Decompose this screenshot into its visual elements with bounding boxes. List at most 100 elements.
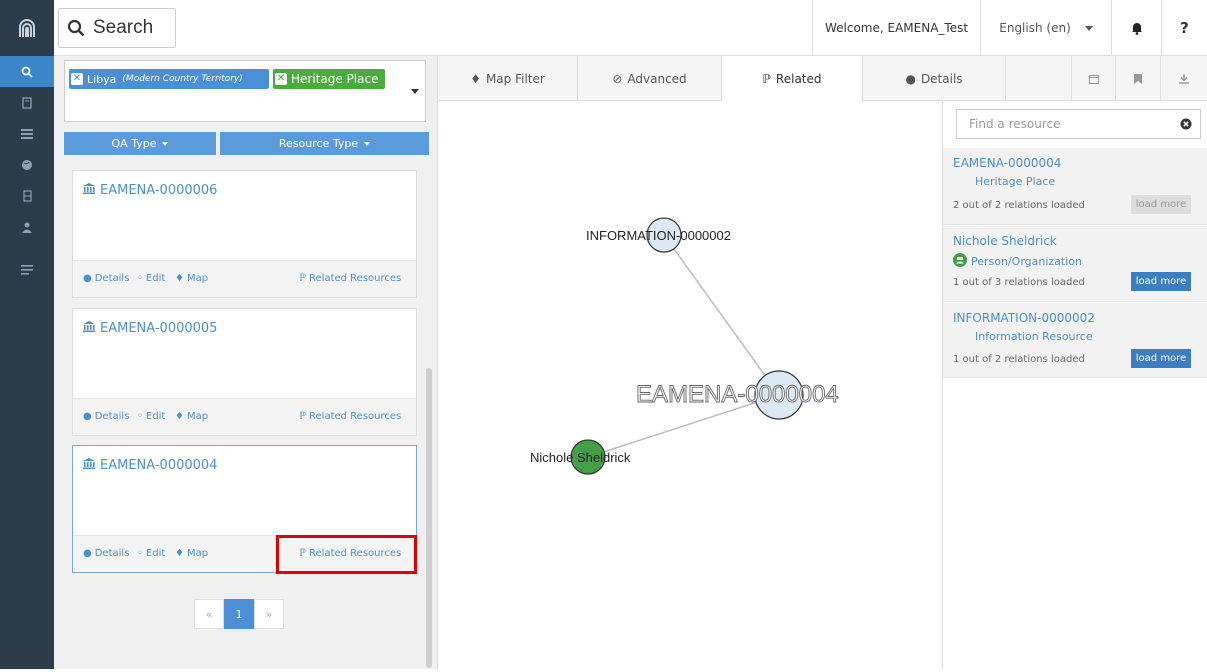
details-link[interactable]: ● Details (83, 548, 129, 559)
globe-icon[interactable] (0, 149, 54, 180)
bookmark-icon[interactable] (1116, 56, 1161, 101)
page-button-current[interactable]: 1 (224, 599, 254, 629)
tab-label: Details (920, 71, 963, 86)
related-label: Related Resources (309, 273, 402, 284)
tab-related[interactable]: ℙ Related (722, 56, 863, 102)
result-title: EAMENA-0000006 (100, 183, 218, 198)
find-resource-input[interactable]: Find a resource (956, 109, 1201, 139)
details-link[interactable]: ● Details (83, 273, 129, 284)
chevron-down-icon[interactable] (411, 89, 419, 94)
book-icon[interactable] (0, 87, 54, 118)
bookmark-icon[interactable] (0, 180, 54, 211)
calendar-icon[interactable] (1072, 56, 1116, 101)
next-page-button[interactable]: » (254, 599, 284, 629)
related-item-name[interactable]: EAMENA-0000004 (953, 156, 1061, 170)
details-label: Details (94, 273, 130, 284)
related-resources-link[interactable]: ℙ Related Resources (299, 273, 401, 284)
qa-type-dropdown[interactable]: QA Type (64, 132, 216, 155)
prev-page-button[interactable]: « (194, 599, 224, 629)
related-resources-link[interactable]: ℙ Related Resources (299, 411, 401, 422)
list-icon[interactable] (0, 118, 54, 149)
related-item-type: Information Resource (975, 330, 1093, 343)
graph-edge (663, 234, 780, 396)
welcome-user[interactable]: Welcome, EAMENA_Test (812, 0, 980, 56)
edit-icon: ◦ (137, 548, 143, 559)
download-icon[interactable] (1161, 56, 1207, 101)
resource-type-dropdown[interactable]: Resource Type (220, 132, 429, 155)
filter-tag-box[interactable]: ✕ Libya (Modern Country Territory) ✕ Her… (64, 60, 426, 122)
close-icon[interactable]: ✕ (275, 73, 287, 85)
result-card[interactable]: EAMENA-0000006 ● Details ◦ Edit ♦ Map ℙ Rela… (72, 170, 417, 298)
related-item[interactable]: Nichole Sheldrick Person/Organization 1 … (943, 226, 1207, 302)
related-resources-panel: Find a resource EAMENA-0000004 Heritage … (942, 101, 1207, 669)
edit-label: Edit (145, 411, 166, 422)
building-icon (83, 183, 95, 198)
info-icon: ● (83, 273, 92, 284)
tab-label: Related (775, 72, 822, 86)
result-title-link[interactable]: EAMENA-0000005 (83, 321, 217, 336)
chevron-down-icon (162, 141, 169, 146)
related-item-type: Person/Organization (953, 253, 1082, 270)
map-marker-icon: ♦ (470, 71, 481, 86)
edit-icon: ◦ (137, 411, 143, 422)
result-card[interactable]: EAMENA-0000005 ● Details ◦ Edit ♦ Map ℙ Rela… (72, 308, 417, 436)
details-label: Details (94, 411, 130, 422)
clear-icon[interactable] (1180, 118, 1192, 133)
details-link[interactable]: ● Details (83, 411, 129, 422)
menu-icon[interactable] (0, 254, 54, 285)
search-button[interactable]: Search (58, 8, 176, 48)
edit-link[interactable]: ◦ Edit (137, 548, 165, 559)
related-icon: ℙ (299, 411, 307, 422)
search-icon (59, 19, 93, 37)
qa-type-label: QA Type (111, 137, 157, 150)
edit-link[interactable]: ◦ Edit (137, 411, 165, 422)
help-button[interactable]: ? (1161, 0, 1207, 56)
app-sidebar (0, 0, 54, 669)
user-icon[interactable] (0, 211, 54, 242)
load-more-button[interactable]: load more (1131, 272, 1191, 291)
chevron-down-icon (1084, 25, 1093, 31)
chevron-down-icon (364, 141, 371, 146)
filter-tag-label: Libya (87, 72, 117, 86)
related-item[interactable]: EAMENA-0000004 Heritage Place 2 out of 2… (943, 148, 1207, 225)
related-item-name[interactable]: Nichole Sheldrick (953, 234, 1057, 248)
map-link[interactable]: ♦ Map (175, 273, 208, 284)
map-link[interactable]: ♦ Map (175, 548, 208, 559)
info-icon: ● (83, 548, 92, 559)
tab-advanced[interactable]: ⊘ Advanced (578, 56, 722, 101)
check-circle-icon: ⊘ (612, 71, 623, 86)
load-more-button[interactable]: load more (1131, 349, 1191, 368)
search-results-panel: ✕ Libya (Modern Country Territory) ✕ Her… (54, 56, 438, 669)
edit-link[interactable]: ◦ Edit (137, 273, 165, 284)
map-link[interactable]: ♦ Map (175, 411, 208, 422)
related-resources-graph[interactable]: INFORMATION-0000002 EAMENA-0000004 Nicho… (438, 101, 942, 669)
logo-icon[interactable] (0, 0, 54, 56)
result-card-footer: ● Details ◦ Edit ♦ Map ℙ Related Resources (73, 398, 416, 435)
related-item-name[interactable]: INFORMATION-0000002 (953, 311, 1095, 325)
result-card-footer: ● Details ◦ Edit ♦ Map ℙ Related Resources (73, 260, 416, 297)
result-title-link[interactable]: EAMENA-0000006 (83, 183, 217, 198)
filter-tag-country[interactable]: ✕ Libya (Modern Country Territory) (69, 69, 269, 89)
tab-details[interactable]: ● Details (863, 56, 1006, 101)
related-label: Related Resources (309, 411, 402, 422)
edit-label: Edit (145, 548, 166, 559)
result-title: EAMENA-0000005 (100, 321, 218, 336)
related-item[interactable]: INFORMATION-0000002 Information Resource… (943, 303, 1207, 378)
search-icon[interactable] (0, 56, 54, 87)
result-title-link[interactable]: EAMENA-0000004 (83, 458, 217, 473)
related-icon: ℙ (762, 72, 771, 86)
close-icon[interactable]: ✕ (71, 73, 83, 85)
building-icon (83, 321, 95, 336)
map-marker-icon: ♦ (175, 411, 184, 422)
language-selector[interactable]: English (en) (980, 0, 1111, 56)
related-item-type-label: Person/Organization (971, 255, 1082, 268)
tab-map-filter[interactable]: ♦ Map Filter (438, 56, 578, 101)
result-title: EAMENA-0000004 (100, 458, 218, 473)
highlight-box (276, 535, 417, 574)
related-item-type: Heritage Place (975, 175, 1055, 188)
load-more-button[interactable]: load more (1131, 195, 1191, 214)
related-item-type-label: Heritage Place (975, 175, 1056, 188)
filter-tag-resource-type[interactable]: ✕ Heritage Place (273, 69, 385, 89)
scrollbar[interactable] (426, 368, 432, 668)
bell-icon[interactable] (1111, 0, 1161, 56)
